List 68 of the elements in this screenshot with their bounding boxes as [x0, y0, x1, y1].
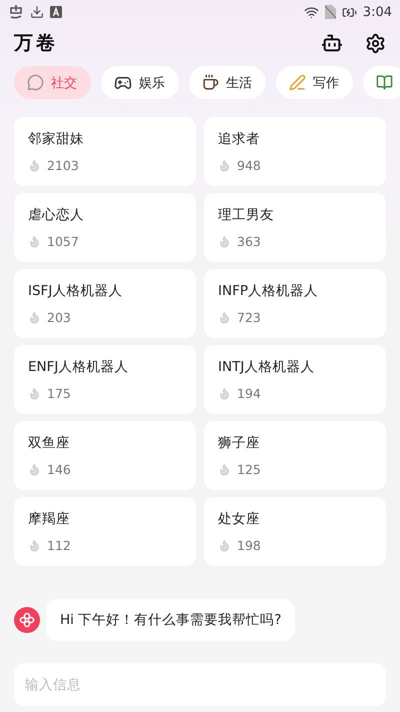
bot-card[interactable]: 狮子座 125 [204, 421, 386, 490]
flame-icon [218, 539, 231, 552]
popularity-count: 363 [237, 234, 261, 249]
bot-card[interactable]: ENFJ人格机器人 175 [14, 345, 196, 414]
popularity-count: 1057 [47, 234, 79, 249]
bot-card[interactable]: INTJ人格机器人 194 [204, 345, 386, 414]
message-input[interactable]: 输入信息 [14, 663, 386, 706]
flame-icon [28, 387, 41, 400]
bot-name: 邻家甜妹 [28, 130, 85, 148]
speech-bubble-icon [27, 74, 44, 91]
popularity-count: 198 [237, 538, 261, 553]
bot-name: 摩羯座 [28, 510, 71, 528]
flame-icon [28, 311, 41, 324]
flame-icon [218, 159, 231, 172]
flame-icon [218, 387, 231, 400]
flame-icon [28, 539, 41, 552]
bot-name: ENFJ人格机器人 [28, 358, 130, 376]
bot-card[interactable]: 追求者 948 [204, 117, 386, 186]
popularity-count: 723 [237, 310, 261, 325]
category-tab[interactable]: 写作 [276, 66, 353, 99]
bot-name: 狮子座 [218, 434, 261, 452]
bot-card[interactable]: 虐心恋人 1057 [14, 193, 196, 262]
bot-card[interactable]: INFP人格机器人 723 [204, 269, 386, 338]
flame-icon [218, 463, 231, 476]
bot-name: 追求者 [218, 130, 261, 148]
status-time: 3:04 [362, 4, 392, 20]
robot-icon[interactable] [321, 32, 343, 54]
flame-icon [28, 159, 41, 172]
popularity-count: 125 [237, 462, 261, 477]
flame-icon [218, 311, 231, 324]
bot-card[interactable]: 理工男友 363 [204, 193, 386, 262]
popularity-count: 2103 [47, 158, 79, 173]
bot-name: 理工男友 [218, 206, 275, 224]
category-tab[interactable]: 娱乐 [101, 66, 179, 99]
bot-card[interactable]: ISFJ人格机器人 203 [14, 269, 196, 338]
popularity-count: 112 [47, 538, 71, 553]
flame-icon [28, 235, 41, 248]
bot-name: INTJ人格机器人 [218, 358, 316, 376]
bot-name: 虐心恋人 [28, 206, 85, 224]
keyboard-notification-icon [50, 6, 62, 18]
bot-card[interactable]: 处女座 198 [204, 497, 386, 566]
category-tab[interactable] [363, 66, 400, 99]
popularity-count: 948 [237, 158, 261, 173]
bot-card[interactable]: 摩羯座 112 [14, 497, 196, 566]
flower-icon [19, 612, 35, 628]
books-icon [376, 74, 393, 91]
popularity-count: 175 [47, 386, 71, 401]
wifi-icon [304, 4, 319, 20]
category-tab[interactable]: 生活 [189, 66, 266, 99]
popularity-count: 146 [47, 462, 71, 477]
pen-icon [289, 74, 306, 91]
no-sim-icon [324, 5, 336, 19]
app-notification-icon [8, 4, 24, 20]
settings-icon[interactable] [365, 32, 386, 54]
app-title: 万卷 [14, 31, 58, 56]
download-icon [30, 5, 44, 19]
bot-card[interactable]: 双鱼座 146 [14, 421, 196, 490]
bot-name: ISFJ人格机器人 [28, 282, 124, 300]
bot-name: 双鱼座 [28, 434, 71, 452]
flame-icon [28, 463, 41, 476]
chat-message: Hi 下午好！有什么事需要我帮忙吗? [46, 599, 296, 641]
bot-card[interactable]: 邻家甜妹 2103 [14, 117, 196, 186]
popularity-count: 203 [47, 310, 71, 325]
bot-name: 处女座 [218, 510, 261, 528]
flame-icon [218, 235, 231, 248]
bot-name: INFP人格机器人 [218, 282, 319, 300]
coffee-cup-icon [202, 74, 219, 91]
popularity-count: 194 [237, 386, 261, 401]
